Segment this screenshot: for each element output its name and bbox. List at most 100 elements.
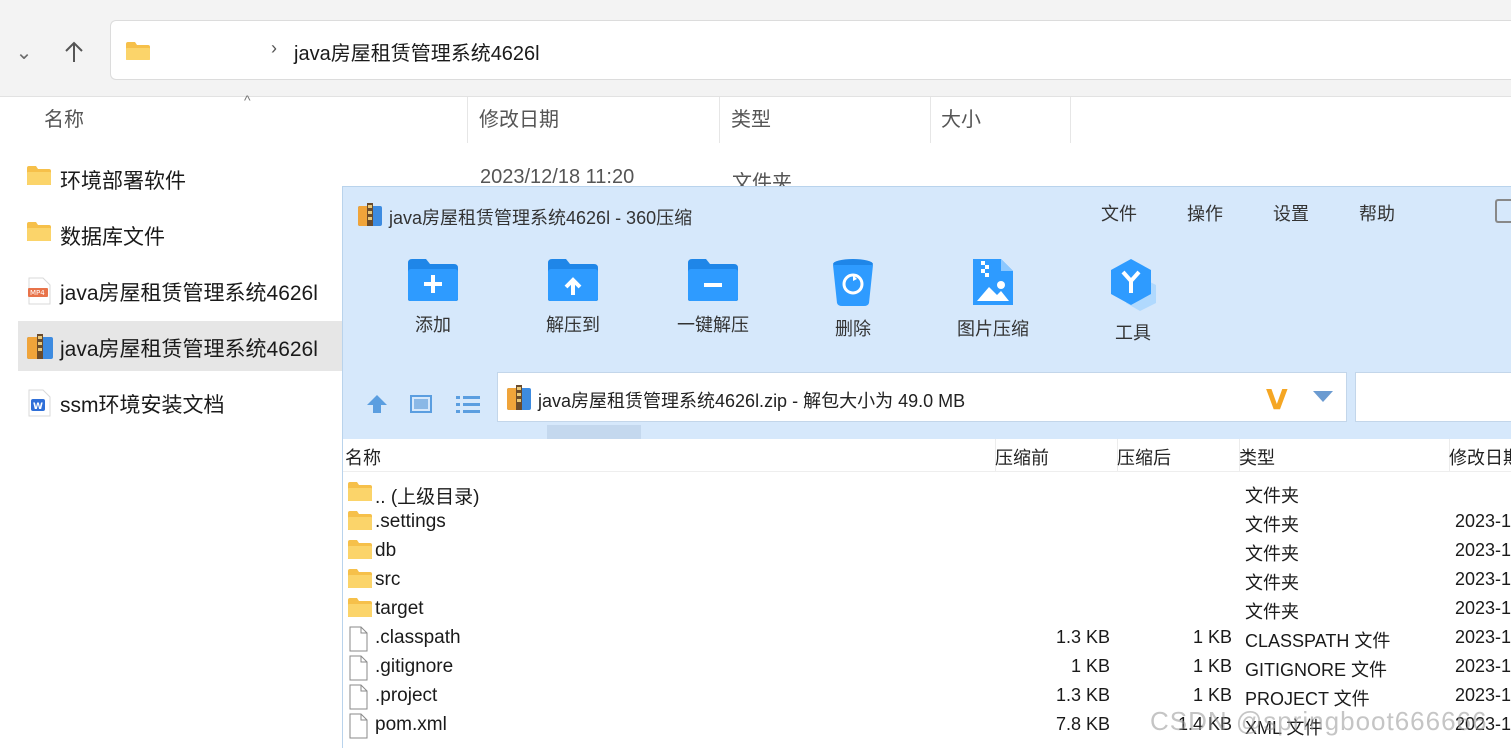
zip-row-modified: 2023-1 (1455, 598, 1511, 618)
column-header-type[interactable]: 类型 (721, 97, 931, 143)
explorer-navigation-bar: ⌄ › java房屋租赁管理系统4626l (0, 0, 1511, 97)
svg-text:MP4: MP4 (30, 289, 45, 297)
window-title: java房屋租赁管理系统4626l - 360压缩 (389, 208, 693, 228)
v-logo-icon[interactable]: V (1266, 383, 1288, 416)
archive-search-input[interactable] (1355, 372, 1511, 422)
column-header-size[interactable]: 大小 (931, 97, 1071, 143)
image-compress-label: 图片压缩 (957, 319, 1029, 339)
sort-ascending-icon: ^ (244, 92, 251, 108)
zip-row-modified: 2023-1 (1455, 656, 1511, 676)
zip-toolbar: 添加 解压到 一键解压 删除 图片压缩 工具 (343, 239, 1511, 369)
explorer-list-item[interactable]: W ssm环境安装文档 (18, 377, 342, 427)
zip-row-modified: 2023-1 (1455, 569, 1511, 589)
recycle-bin-icon (833, 259, 873, 306)
explorer-list-item[interactable]: MP4 java房屋租赁管理系统4626l (18, 265, 342, 315)
zip-column-name[interactable]: 名称 (345, 444, 381, 470)
zip-row-type: 文件夹 (1245, 573, 1299, 593)
zip-list-row[interactable]: .gitignore 1 KB 1 KB GITIGNORE 文件 2023-1 (343, 653, 1511, 682)
list-view-icon[interactable] (455, 393, 481, 417)
extract-folder-icon (548, 259, 598, 301)
add-button[interactable]: 添加 (383, 257, 483, 357)
folder-icon (347, 539, 373, 566)
zip-row-name: .settings (375, 511, 446, 532)
address-bar[interactable]: › java房屋租赁管理系统4626l (110, 20, 1511, 80)
zip-row-name: .project (375, 685, 438, 706)
file-icon (347, 713, 369, 744)
one-click-extract-icon (688, 259, 738, 301)
zip-row-modified: 2023-1 (1455, 627, 1511, 647)
zip-column-modified[interactable]: 修改日期 (1449, 444, 1511, 470)
zip-column-type[interactable]: 类型 (1239, 444, 1275, 470)
zip-row-modified: 2023-1 (1455, 685, 1511, 705)
zip-list-row[interactable]: src 文件夹 2023-1 (343, 566, 1511, 595)
zip-row-type: CLASSPATH 文件 (1245, 631, 1391, 651)
zip-row-modified: 2023-1 (1455, 540, 1511, 560)
explorer-list-item-selected[interactable]: java房屋租赁管理系统4626l (18, 321, 342, 371)
zip-list-row[interactable]: db 文件夹 2023-1 (343, 537, 1511, 566)
archive-app-icon (357, 203, 383, 232)
thumbnail-view-icon[interactable] (409, 393, 435, 417)
recent-locations-chevron-icon[interactable]: ⌄ (4, 28, 44, 76)
extract-to-button[interactable]: 解压到 (523, 257, 623, 357)
zip-archive-icon (26, 333, 53, 359)
zip-column-before[interactable]: 压缩前 (995, 444, 1049, 470)
zip-row-name: pom.xml (375, 714, 447, 735)
add-folder-icon (408, 259, 458, 301)
zip-row-size-after: 1 KB (1192, 656, 1232, 676)
zip-row-name: db (375, 540, 397, 561)
zip-row-name: .classpath (375, 627, 461, 648)
toolbar-scroll-indicator (547, 425, 641, 439)
image-compress-icon (973, 259, 1013, 305)
skin-shirt-icon[interactable] (1495, 199, 1511, 223)
zip-row-size-before: 7.8 KB (1055, 714, 1110, 734)
zip-row-type: 文件夹 (1245, 486, 1299, 506)
one-click-extract-label: 一键解压 (677, 315, 749, 335)
zip-row-type: GITIGNORE 文件 (1245, 660, 1388, 680)
address-path: java房屋租赁管理系统4626l (294, 43, 540, 65)
item-name: java房屋租赁管理系统4626l (60, 282, 318, 305)
item-name: java房屋租赁管理系统4626l (60, 338, 318, 361)
archive-path-text: java房屋租赁管理系统4626l.zip - 解包大小为 49.0 MB (538, 391, 966, 411)
item-name: 环境部署软件 (60, 170, 186, 193)
zip-list-row[interactable]: .. (上级目录) 文件夹 (343, 479, 1511, 508)
up-level-arrow-icon[interactable] (365, 393, 391, 417)
item-name: ssm环境安装文档 (60, 394, 225, 417)
zip-list-row[interactable]: .settings 文件夹 2023-1 (343, 508, 1511, 537)
zip-row-size-after: 1 KB (1192, 627, 1232, 647)
tools-label: 工具 (1115, 323, 1151, 343)
explorer-list-item[interactable]: 数据库文件 (18, 209, 342, 259)
zip-list-row[interactable]: target 文件夹 2023-1 (343, 595, 1511, 624)
explorer-list-item[interactable]: 环境部署软件 (18, 153, 342, 203)
one-click-extract-button[interactable]: 一键解压 (663, 257, 763, 357)
menu-help[interactable]: 帮助 (1359, 200, 1395, 226)
zip-row-name: .. (上级目录) (375, 487, 480, 508)
folder-icon (347, 568, 373, 595)
zip-row-size-after: 1 KB (1192, 685, 1232, 705)
zip-row-size-before: 1 KB (1070, 656, 1110, 676)
delete-label: 删除 (835, 319, 871, 339)
zip-title-bar: java房屋租赁管理系统4626l - 360压缩 文件 操作 设置 帮助 (343, 187, 1511, 239)
dropdown-arrow-icon[interactable] (1313, 391, 1333, 402)
mp4-file-icon: MP4 (26, 277, 52, 305)
zip-row-size-before: 1.3 KB (1055, 685, 1110, 705)
archive-path-bar[interactable]: java房屋租赁管理系统4626l.zip - 解包大小为 49.0 MB V (497, 372, 1347, 422)
menu-file[interactable]: 文件 (1101, 200, 1137, 226)
zip-column-after[interactable]: 压缩后 (1117, 444, 1171, 470)
word-document-icon: W (26, 389, 52, 417)
delete-button[interactable]: 删除 (803, 257, 903, 357)
image-compress-button[interactable]: 图片压缩 (943, 257, 1043, 357)
zip-row-type: 文件夹 (1245, 602, 1299, 622)
zip-list-row[interactable]: .classpath 1.3 KB 1 KB CLASSPATH 文件 2023-1 (343, 624, 1511, 653)
column-header-name[interactable]: 名称 (34, 97, 468, 143)
folder-icon (125, 41, 151, 66)
zip-archive-window: java房屋租赁管理系统4626l - 360压缩 文件 操作 设置 帮助 添加… (342, 186, 1511, 748)
tools-button[interactable]: 工具 (1083, 257, 1183, 357)
column-header-modified[interactable]: 修改日期 (469, 97, 720, 143)
folder-icon (26, 165, 52, 191)
tools-hexagon-icon (1111, 259, 1156, 311)
menu-settings[interactable]: 设置 (1273, 200, 1309, 226)
item-name: 数据库文件 (60, 226, 165, 249)
menu-action[interactable]: 操作 (1187, 200, 1223, 226)
add-button-label: 添加 (415, 315, 451, 335)
up-arrow-icon[interactable] (54, 28, 94, 76)
